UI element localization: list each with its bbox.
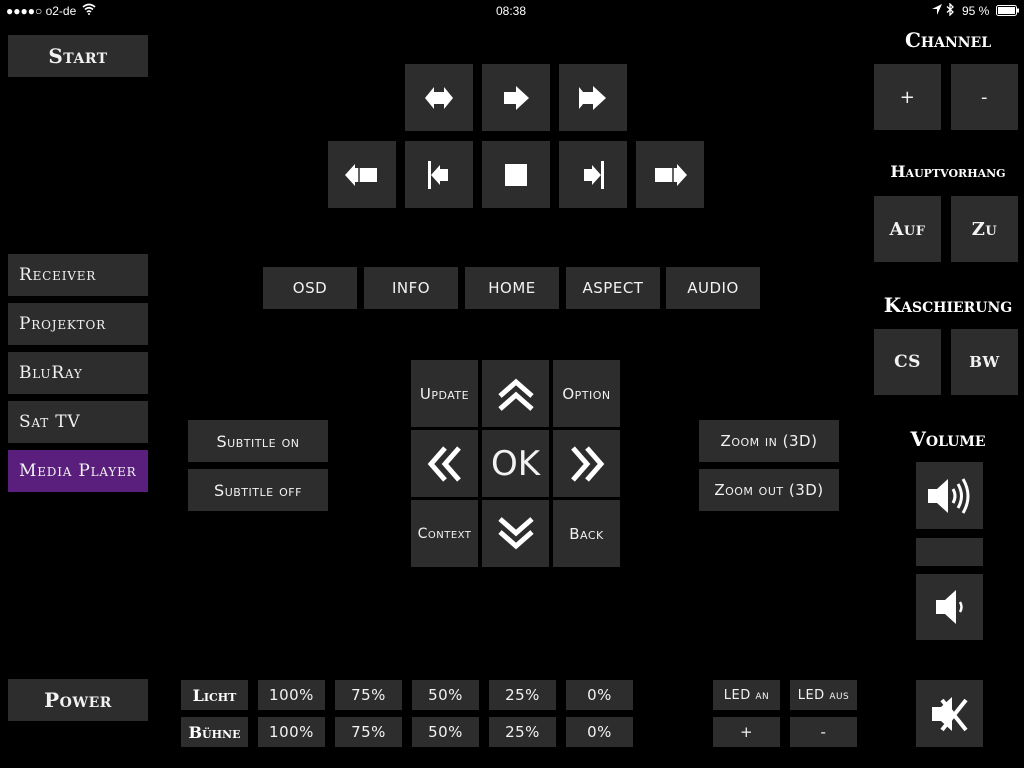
curtain-close-button[interactable]: Zu: [951, 196, 1018, 262]
channel-minus-button[interactable]: -: [951, 64, 1018, 130]
step-back-button[interactable]: [405, 141, 473, 208]
fast-forward-icon: [655, 163, 687, 186]
home-button[interactable]: HOME: [465, 267, 559, 309]
chevron-right-icon: [570, 445, 604, 482]
curtain-title: Hauptvorhang: [890, 162, 1006, 181]
chevron-down-icon: [497, 516, 534, 549]
licht-25-button[interactable]: 25%: [489, 680, 556, 710]
audio-button[interactable]: AUDIO: [666, 267, 760, 309]
buehne-25-button[interactable]: 25%: [489, 717, 556, 747]
chevron-left-icon: [427, 445, 461, 482]
buehne-75-button[interactable]: 75%: [335, 717, 402, 747]
stop-icon: [505, 163, 527, 186]
next-track-button[interactable]: [559, 64, 627, 131]
next-track-icon: [579, 85, 606, 110]
location-icon: [932, 4, 942, 15]
licht-label: Licht: [181, 680, 248, 710]
zoom-out-button[interactable]: Zoom out (3D): [699, 469, 839, 511]
source-projektor-button[interactable]: Projektor: [8, 303, 148, 345]
led-minus-button[interactable]: -: [790, 717, 857, 747]
rewind-icon: [345, 163, 377, 186]
source-sattv-button[interactable]: Sat TV: [8, 401, 148, 443]
buehne-label: Bühne: [181, 717, 248, 747]
previous-track-icon: [425, 86, 453, 109]
step-forward-icon: [584, 160, 604, 189]
source-receiver-button[interactable]: Receiver: [8, 254, 148, 296]
volume-level-display: [916, 538, 983, 566]
clock-label: 08:38: [496, 4, 527, 18]
source-bluray-button[interactable]: BluRay: [8, 352, 148, 394]
stop-button[interactable]: [482, 141, 550, 208]
buehne-100-button[interactable]: 100%: [258, 717, 325, 747]
rewind-button[interactable]: [328, 141, 396, 208]
bluetooth-icon: [946, 3, 954, 16]
info-button[interactable]: INFO: [364, 267, 458, 309]
subtitle-off-button[interactable]: Subtitle off: [188, 469, 328, 511]
channel-plus-button[interactable]: +: [874, 64, 941, 130]
chevron-up-icon: [497, 378, 534, 411]
carrier-label: ●●●●○ o2-de: [6, 4, 77, 18]
buehne-50-button[interactable]: 50%: [412, 717, 479, 747]
channel-title: Channel: [904, 28, 992, 52]
licht-100-button[interactable]: 100%: [258, 680, 325, 710]
led-plus-button[interactable]: +: [713, 717, 780, 747]
previous-track-button[interactable]: [405, 64, 473, 131]
subtitle-on-button[interactable]: Subtitle on: [188, 420, 328, 462]
buehne-0-button[interactable]: 0%: [566, 717, 633, 747]
zoom-in-button[interactable]: Zoom in (3D): [699, 420, 839, 462]
step-back-icon: [428, 160, 448, 189]
context-button[interactable]: Context: [411, 500, 478, 567]
source-mediaplayer-button[interactable]: Media Player: [8, 450, 148, 492]
play-icon: [504, 85, 529, 110]
curtain-open-button[interactable]: Auf: [874, 196, 941, 262]
aspect-button[interactable]: ASPECT: [566, 267, 660, 309]
masking-title: Kaschierung: [883, 293, 1013, 317]
option-button[interactable]: Option: [553, 360, 620, 427]
back-button[interactable]: Back: [553, 500, 620, 567]
volume-title: Volume: [910, 427, 986, 451]
battery-icon: [996, 5, 1020, 16]
volume-down-button[interactable]: [916, 574, 983, 640]
osd-button[interactable]: OSD: [263, 267, 357, 309]
volume-up-icon: [927, 477, 969, 514]
update-button[interactable]: Update: [411, 360, 478, 427]
volume-up-button[interactable]: [916, 462, 983, 529]
up-button[interactable]: [482, 360, 549, 427]
ok-button[interactable]: OK: [482, 430, 549, 497]
led-off-button[interactable]: LED aus: [790, 680, 857, 710]
masking-bw-button[interactable]: BW: [951, 329, 1018, 395]
play-button[interactable]: [482, 64, 550, 131]
status-bar: ●●●●○ o2-de 08:38 95 %: [0, 0, 1024, 22]
step-forward-button[interactable]: [559, 141, 627, 208]
led-on-button[interactable]: LED an: [713, 680, 780, 710]
licht-75-button[interactable]: 75%: [335, 680, 402, 710]
mute-icon: [931, 696, 968, 731]
masking-cs-button[interactable]: CS: [874, 329, 941, 395]
left-button[interactable]: [411, 430, 478, 497]
volume-down-icon: [935, 590, 963, 624]
licht-0-button[interactable]: 0%: [566, 680, 633, 710]
wifi-icon: [82, 3, 96, 15]
licht-50-button[interactable]: 50%: [412, 680, 479, 710]
start-button[interactable]: Start: [8, 35, 148, 77]
right-button[interactable]: [553, 430, 620, 497]
down-button[interactable]: [482, 500, 549, 567]
mute-button[interactable]: [916, 680, 983, 747]
fast-forward-button[interactable]: [636, 141, 704, 208]
power-button[interactable]: Power: [8, 679, 148, 721]
battery-percent: 95 %: [962, 4, 990, 18]
